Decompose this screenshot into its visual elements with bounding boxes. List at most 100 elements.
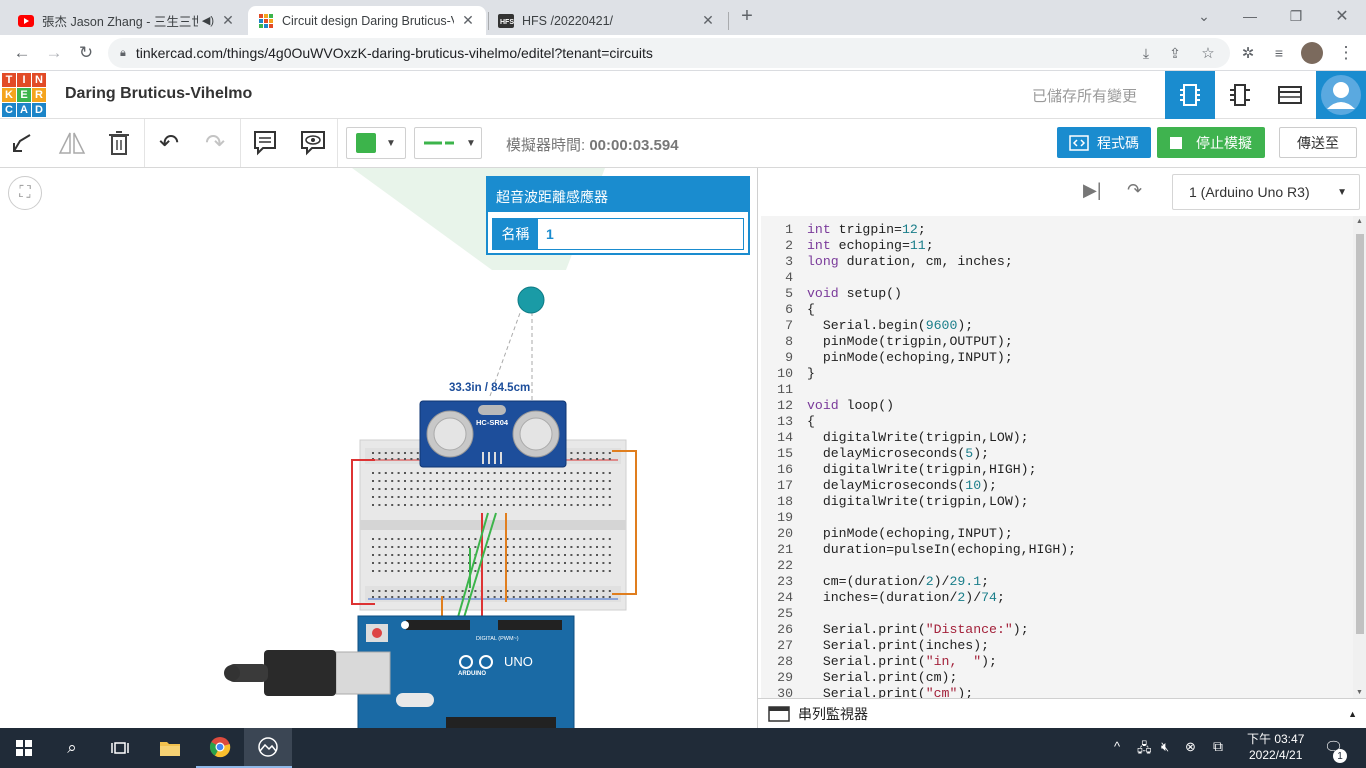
start-button[interactable] [0,728,48,768]
line-number: 22 [777,558,793,573]
fill-color-swatch [356,133,376,153]
notes-toggle-button[interactable] [297,127,329,159]
chrome-menu-icon[interactable]: ⋮ [1334,41,1358,65]
list-view-icon [1278,86,1302,104]
circuit-canvas[interactable]: ⛶ 33.3in / 84.5cm HC-SR04 UNO ARDUINO DI… [0,168,757,728]
project-title[interactable]: Daring Bruticus-Vihelmo [65,85,252,103]
volume-muted-icon[interactable]: 🔇︎ [1161,739,1169,755]
delete-button[interactable] [103,127,135,159]
speaker-icon[interactable]: ◀) [202,14,214,27]
tinkercad-favicon-icon [258,13,274,29]
serial-monitor-icon [768,705,790,722]
stop-icon [1170,136,1182,149]
step-button[interactable]: ▶︎| [1083,180,1102,201]
close-window-button[interactable]: ✕ [1322,4,1362,28]
network-icon[interactable]: 🖧︎ [1137,739,1152,761]
code-line: long duration, cm, inches; [807,254,1013,269]
send-to-button[interactable]: 傳送至 [1279,127,1357,158]
code-button[interactable]: 程式碼 [1057,127,1151,158]
close-tab-icon[interactable]: ✕ [700,12,716,29]
error-status-icon[interactable]: ⊗ [1185,739,1196,755]
trash-icon [109,131,129,155]
code-line: int echoping=11; [807,238,934,253]
line-number: 24 [777,590,793,605]
caret-down-icon: ▼ [466,137,476,149]
search-button[interactable]: ⌕ [48,728,96,768]
tab-search-icon[interactable]: ⌄ [1184,4,1224,28]
search-icon: ⌕ [67,738,77,757]
wire-color-picker[interactable]: ▼ [414,127,482,159]
line-number: 28 [777,654,793,669]
task-view-button[interactable] [96,728,144,768]
tab-youtube[interactable]: 張杰 Jason Zhang - 三生三世 ◀) ✕ [8,6,246,35]
line-number: 12 [777,398,793,413]
install-icon[interactable]: ⤓ [1134,41,1158,65]
schematic-icon [1230,84,1250,106]
name-input[interactable]: 1 [538,219,743,249]
line-number: 11 [777,382,793,397]
code-line: Serial.print(inches); [807,638,990,653]
tab-circuit-design[interactable]: Circuit design Daring Bruticus-V ✕ [248,6,486,35]
code-editor[interactable]: 1 int trigpin=12; 2 int echoping=11; 3 long d… [761,216,1353,698]
line-number: 29 [777,670,793,685]
media-control-icon[interactable]: ≡ [1267,41,1291,65]
target-object[interactable] [517,286,545,314]
line-number: 13 [777,414,793,429]
code-line: delayMicroseconds(10); [807,478,997,493]
tinkercad-logo[interactable]: T I N K E R C A D [2,73,46,117]
show-hidden-icons[interactable]: ^ [1114,739,1120,754]
circuit-view-button[interactable] [1165,71,1215,119]
restore-button[interactable]: ❐ [1276,4,1316,28]
url-field[interactable]: 🔒︎ tinkercad.com/things/4g0OuWVOxzK-dari… [108,38,1230,68]
device-select[interactable]: 1 (Arduino Uno R3) ▼ [1172,174,1360,210]
undo-button[interactable]: ↶ [153,127,185,159]
code-line: digitalWrite(trigpin,LOW); [807,430,1029,445]
code-panel: ▶︎| ↷ 1 (Arduino Uno R3) ▼ 1 int trigpin=… [757,168,1366,728]
bookmark-star-icon[interactable]: ☆ [1196,41,1220,65]
line-number: 5 [785,286,793,301]
close-tab-icon[interactable]: ✕ [220,12,236,29]
photos-taskbar-button[interactable] [244,728,292,768]
code-line: Serial.begin(9600); [807,318,974,333]
code-line: } [807,366,815,381]
component-list-button[interactable] [1265,71,1315,119]
hfs-icon: HFS [498,13,514,29]
flip-button[interactable] [56,127,88,159]
back-button[interactable]: ← [10,41,34,65]
serial-monitor-bar[interactable]: 串列監視器 ▲ [758,698,1366,728]
clock-time: 下午 03:47 [1247,732,1305,746]
file-explorer-button[interactable] [146,728,194,768]
line-number: 6 [785,302,793,317]
clock[interactable]: 下午 03:47 2022/4/21 [1247,731,1304,763]
new-tab-button[interactable]: + [728,4,766,28]
minimize-button[interactable]: — [1230,4,1270,28]
profile-avatar[interactable] [1300,41,1324,65]
stop-simulation-button[interactable]: 停止模擬 [1157,127,1265,158]
extensions-icon[interactable]: ✲ [1236,41,1260,65]
share-icon[interactable]: ⇪ [1163,41,1187,65]
close-tab-icon[interactable]: ✕ [460,12,476,29]
clipboard-icon[interactable]: ⧉ [1213,738,1223,755]
reload-button[interactable]: ↻ [74,41,98,65]
tab-title: Circuit design Daring Bruticus-V [282,13,454,28]
user-avatar[interactable] [1316,71,1366,119]
forward-button[interactable]: → [42,41,66,65]
caret-down-icon: ▼ [1337,186,1347,198]
rotate-button[interactable] [6,127,38,159]
line-number: 7 [785,318,793,333]
fill-color-picker[interactable]: ▼ [346,127,406,159]
redo-button[interactable]: ↷ [199,127,231,159]
ultrasonic-sensor[interactable] [419,400,567,468]
line-number: 15 [777,446,793,461]
debugger-icon: ↷ [1127,180,1143,200]
line-number: 26 [777,622,793,637]
code-scrollbar[interactable]: ▲ ▼ [1353,216,1366,698]
schematic-view-button[interactable] [1215,71,1265,119]
line-number: 3 [785,254,793,269]
tab-hfs[interactable]: HFS HFS /20220421/ ✕ [488,6,726,35]
note-button[interactable] [249,127,281,159]
chrome-taskbar-button[interactable] [196,728,244,768]
debug-button[interactable]: ↷ [1127,180,1142,201]
line-number: 2 [785,238,793,253]
expand-up-icon[interactable]: ▲ [1348,709,1357,719]
